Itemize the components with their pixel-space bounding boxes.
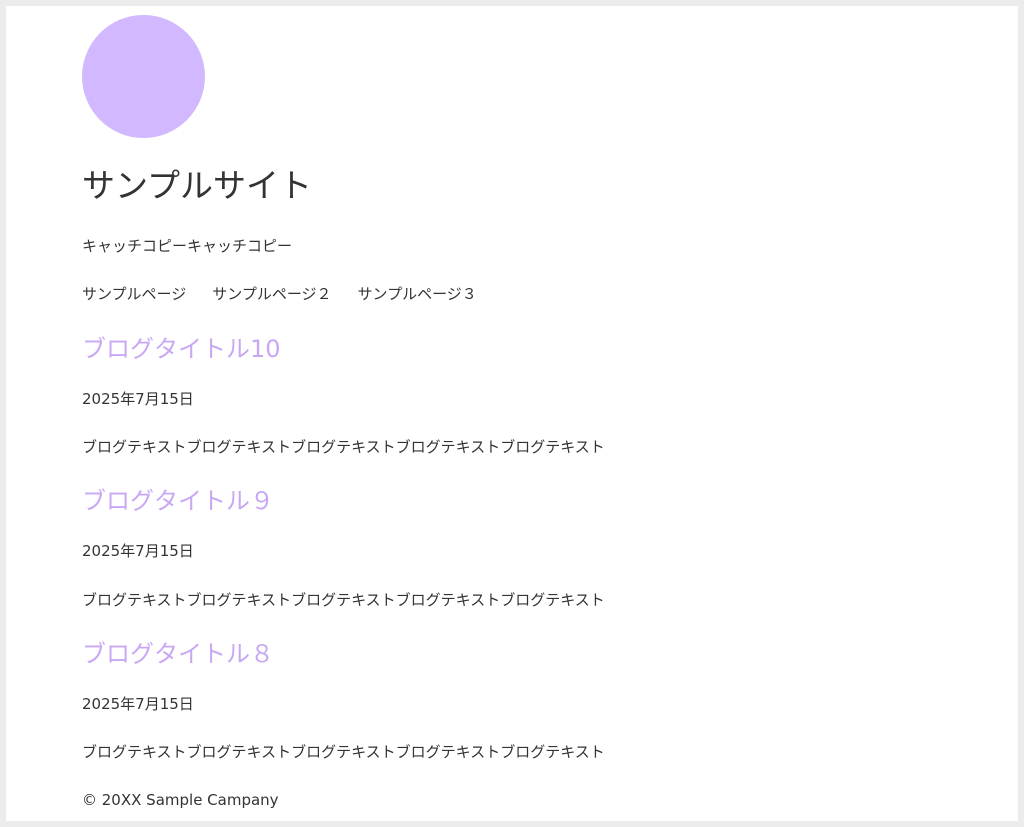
post-title-link[interactable]: ブログタイトル10 [82,335,281,363]
post-date: 2025年7月15日 [82,390,194,408]
post-title-link[interactable]: ブログタイトル９ [82,487,274,515]
main-navigation: サンプルページ サンプルページ２ サンプルページ３ [82,284,477,304]
site-logo[interactable] [82,15,205,138]
post-date: 2025年7月15日 [82,695,194,713]
post-date: 2025年7月15日 [82,542,194,560]
nav-item-sample-page-3[interactable]: サンプルページ３ [358,284,477,304]
site-title[interactable]: サンプルサイト [82,166,312,206]
post-text: ブログテキストブログテキストブログテキストブログテキストブログテキスト [82,743,605,761]
nav-item-sample-page[interactable]: サンプルページ [82,284,186,304]
post-text: ブログテキストブログテキストブログテキストブログテキストブログテキスト [82,591,605,609]
nav-item-sample-page-2[interactable]: サンプルページ２ [212,284,331,304]
post-title: ブログタイトル10 [82,334,281,364]
footer-copyright: © 20XX Sample Campany [82,791,279,809]
page-frame: サンプルサイト キャッチコピーキャッチコピー サンプルページ サンプルページ２ … [6,6,1018,821]
post-text: ブログテキストブログテキストブログテキストブログテキストブログテキスト [82,438,605,456]
post-title-link[interactable]: ブログタイトル８ [82,640,274,668]
post-title: ブログタイトル８ [82,639,274,669]
site-tagline: キャッチコピーキャッチコピー [82,237,293,255]
post-title: ブログタイトル９ [82,486,274,516]
page-content: サンプルサイト キャッチコピーキャッチコピー サンプルページ サンプルページ２ … [82,6,982,821]
